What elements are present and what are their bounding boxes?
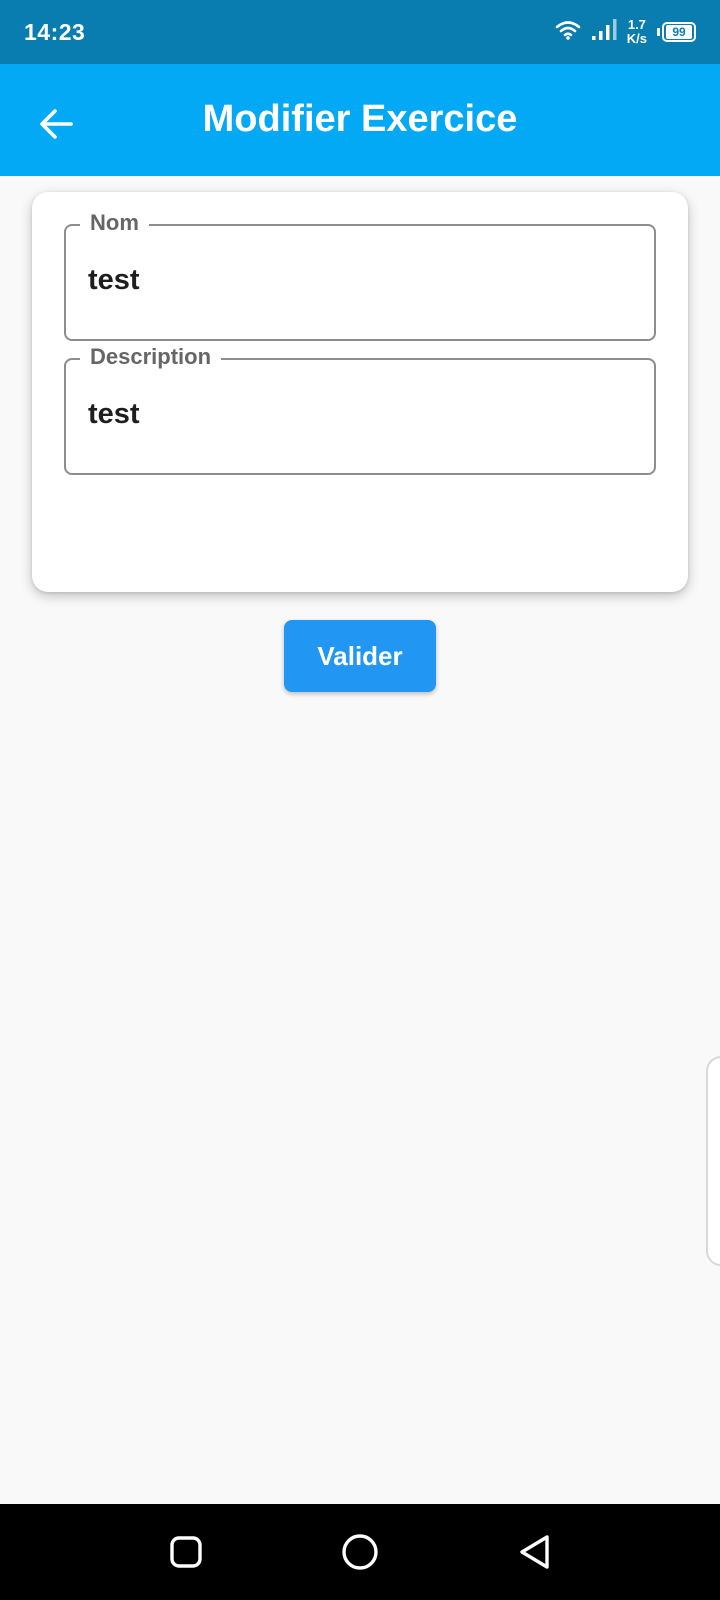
description-field-label: Description [80, 344, 222, 370]
back-icon [520, 1535, 549, 1569]
system-back-button[interactable] [515, 1532, 555, 1572]
recent-apps-icon [170, 1536, 202, 1568]
valider-button[interactable]: Valider [284, 620, 436, 692]
recent-apps-button[interactable] [166, 1532, 206, 1572]
app-bar: Modifier Exercice [0, 64, 720, 176]
nom-field-label: Nom [80, 210, 149, 236]
form-card: Nom test Description test [32, 192, 688, 592]
wifi-icon [555, 20, 581, 45]
battery-level: 99 [666, 25, 692, 39]
navigation-bar [0, 1504, 720, 1600]
home-icon [342, 1534, 378, 1570]
status-time: 14:23 [24, 18, 86, 45]
home-button[interactable] [340, 1532, 380, 1572]
status-icons: 1.7 K/s 99 [555, 18, 696, 46]
signal-icon [591, 18, 617, 46]
network-speed-value: 1.7 [627, 17, 646, 32]
network-speed: 1.7 K/s [627, 18, 647, 46]
edge-panel-handle[interactable] [706, 1056, 720, 1266]
description-field-value[interactable]: test [88, 398, 140, 431]
nom-field-value[interactable]: test [88, 264, 140, 297]
nom-field[interactable]: Nom test [64, 210, 656, 341]
battery-icon: 99 [657, 22, 696, 42]
page-title: Modifier Exercice [202, 98, 518, 140]
network-speed-unit: K/s [626, 31, 647, 46]
description-field[interactable]: Description test [64, 344, 656, 475]
status-bar: 14:23 1.7 K/s 99 [0, 0, 720, 64]
